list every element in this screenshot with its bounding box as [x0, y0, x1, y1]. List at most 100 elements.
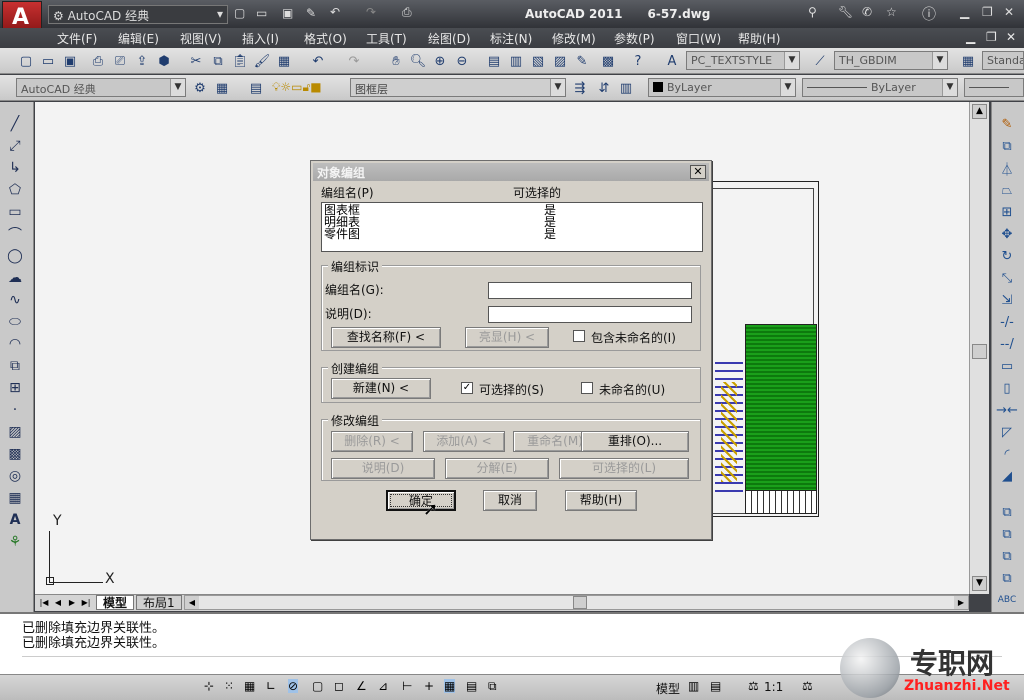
menu-window[interactable]: 窗口(W) [676, 30, 721, 47]
rectangle-icon[interactable]: ▭ [4, 202, 26, 222]
help-icon[interactable]: ⓘ [922, 4, 936, 24]
search-icon[interactable]: ⚲ [808, 5, 817, 19]
text-style-combo[interactable]: PC_TEXTSTYLE ▼ [686, 51, 800, 70]
table-style-icon[interactable]: ▦ [958, 51, 978, 71]
hatch-icon[interactable]: ▨ [4, 422, 26, 442]
undo-icon[interactable]: ↶ [330, 5, 340, 19]
doc-restore-icon[interactable]: ❐ [986, 30, 997, 44]
doc-minimize-icon[interactable]: ▁ [966, 30, 975, 44]
tpy-icon[interactable]: ▦ [444, 679, 456, 693]
description-button[interactable]: 说明(D) [331, 458, 435, 479]
point-icon[interactable]: · [4, 400, 26, 420]
selectable-button[interactable]: 可选择的(L) [559, 458, 689, 479]
menu-help[interactable]: 帮助(H) [738, 30, 780, 47]
redo-tb-icon[interactable]: ↷ [344, 51, 364, 71]
layer-combo[interactable]: 图框层 ▼ [350, 78, 566, 97]
draworder-front-icon[interactable]: ⧉ [996, 502, 1018, 522]
minimize-icon[interactable]: ▁ [960, 5, 969, 19]
workspace-settings-icon[interactable]: ⚙ [190, 78, 210, 98]
dialog-close-button[interactable]: ✕ [690, 165, 706, 179]
mirror-icon[interactable]: ⏃ [996, 158, 1018, 178]
new-icon[interactable]: ▢ [234, 6, 245, 20]
scroll-down-arrow[interactable]: ▼ [972, 576, 987, 591]
revcloud-icon[interactable]: ☁︎ [4, 268, 26, 288]
add-button[interactable]: 添加(A) < [423, 431, 505, 452]
workspace-customize-icon[interactable]: ▦ [212, 78, 232, 98]
annotation-visibility-icon[interactable]: ⚖︎ [802, 679, 813, 693]
cut-icon[interactable]: ✂ [186, 51, 206, 71]
dim-style-combo[interactable]: TH_GBDIM ▼ [834, 51, 948, 70]
circle-icon[interactable]: ◯ [4, 246, 26, 266]
group-list[interactable]: 图表框 是 明细表 是 零件图 是 [321, 202, 703, 252]
layer-icon[interactable]: ▥ [616, 78, 636, 98]
menu-format[interactable]: 格式(O) [304, 30, 347, 47]
scroll-thumb[interactable] [972, 344, 987, 359]
draworder-back-icon[interactable]: ⧉ [996, 524, 1018, 544]
cancel-button[interactable]: 取消 [483, 490, 537, 511]
linetype-combo[interactable]: ByLayer ▼ [802, 78, 958, 97]
text-front-icon[interactable]: ABC [996, 590, 1018, 610]
lineweight-combo[interactable] [964, 78, 1024, 97]
fillet-icon[interactable]: ◜ [996, 444, 1018, 464]
menu-parametric[interactable]: 参数(P) [614, 30, 655, 47]
trim-icon[interactable]: -/- [996, 312, 1018, 332]
gradient-icon[interactable]: ▩ [4, 444, 26, 464]
list-item[interactable]: 零件图 是 [324, 228, 700, 240]
move-icon[interactable]: ✥ [996, 224, 1018, 244]
selectable-checkbox[interactable]: ✓ [461, 382, 473, 394]
table-icon[interactable]: ▦ [4, 488, 26, 508]
favorites-icon[interactable]: ☆ [886, 5, 897, 19]
otrack-icon[interactable]: ∠ [356, 679, 367, 693]
match-prop-icon[interactable]: 🖌︎ [252, 51, 272, 71]
print-icon[interactable]: ⎙ [88, 51, 108, 71]
model-space-label[interactable]: 模型 [656, 680, 680, 697]
extend-icon[interactable]: --/ [996, 334, 1018, 354]
group-name-field[interactable] [488, 282, 692, 299]
annotation-scale-icon[interactable]: ⚖︎ [748, 679, 759, 693]
restore-icon[interactable]: ❐ [982, 5, 993, 19]
horizontal-scrollbar[interactable]: ◀ ▶ [184, 595, 969, 610]
pan-icon[interactable]: ✋︎ [386, 51, 406, 71]
hscroll-left-arrow[interactable]: ◀ [185, 596, 199, 609]
tool-palettes-icon[interactable]: ▧ [528, 51, 548, 71]
help-button[interactable]: 帮助(H) [565, 490, 637, 511]
ok-button[interactable]: 确定 [386, 490, 456, 511]
3d-dwf-icon[interactable]: ⬢ [154, 51, 174, 71]
region-icon[interactable]: ◎ [4, 466, 26, 486]
close-icon[interactable]: ✕ [1004, 5, 1014, 19]
reorder-button[interactable]: 重排(O)... [581, 431, 689, 452]
layer-manager-icon[interactable]: ▤ [246, 78, 266, 98]
chamfer-icon[interactable]: ◸ [996, 422, 1018, 442]
line-icon[interactable]: ╱ [4, 114, 26, 134]
lwt-icon[interactable]: + [424, 679, 434, 693]
blend-icon[interactable]: ◢ [996, 466, 1018, 486]
annotation-scale-value[interactable]: 1:1 [764, 680, 783, 694]
table-style-combo[interactable]: Standa [982, 51, 1024, 70]
color-combo[interactable]: ByLayer ▼ [648, 78, 796, 97]
scale-icon[interactable]: ⤡ [996, 268, 1018, 288]
remove-button[interactable]: 删除(R) < [331, 431, 413, 452]
sheet-set-icon[interactable]: ▨ [550, 51, 570, 71]
menu-insert[interactable]: 插入(I) [242, 30, 279, 47]
communication-icon[interactable]: ✆ [862, 5, 872, 19]
osnap-icon[interactable]: ▢ [312, 679, 323, 693]
polyline-icon[interactable]: ↳ [4, 158, 26, 178]
tools-icon[interactable]: 🔧︎ [838, 5, 853, 19]
workspace-switcher[interactable]: ⚙ AutoCAD 经典 ▾ [48, 5, 228, 24]
tab-nav-first[interactable]: |◀ [37, 596, 51, 610]
infer-constraints-icon[interactable]: ⊹ [204, 679, 214, 693]
tab-nav-last[interactable]: ▶| [79, 596, 93, 610]
include-unnamed-checkbox[interactable] [573, 330, 585, 342]
arc-icon[interactable]: ⌒ [4, 224, 26, 244]
publish-icon[interactable]: ⇪ [132, 51, 152, 71]
list-item[interactable]: 图表框 是 [324, 204, 700, 216]
grid-icon[interactable]: ▦ [244, 679, 255, 693]
hscroll-right-arrow[interactable]: ▶ [954, 596, 968, 609]
break-icon[interactable]: ▯ [996, 378, 1018, 398]
polygon-icon[interactable]: ⬠ [4, 180, 26, 200]
zoom-window-icon[interactable]: ⊕ [430, 51, 450, 71]
doc-close-icon[interactable]: ✕ [1006, 30, 1016, 44]
construction-line-icon[interactable]: ⤢ [4, 136, 26, 156]
tab-nav-next[interactable]: ▶ [65, 596, 79, 610]
scroll-up-arrow[interactable]: ▲ [972, 104, 987, 119]
